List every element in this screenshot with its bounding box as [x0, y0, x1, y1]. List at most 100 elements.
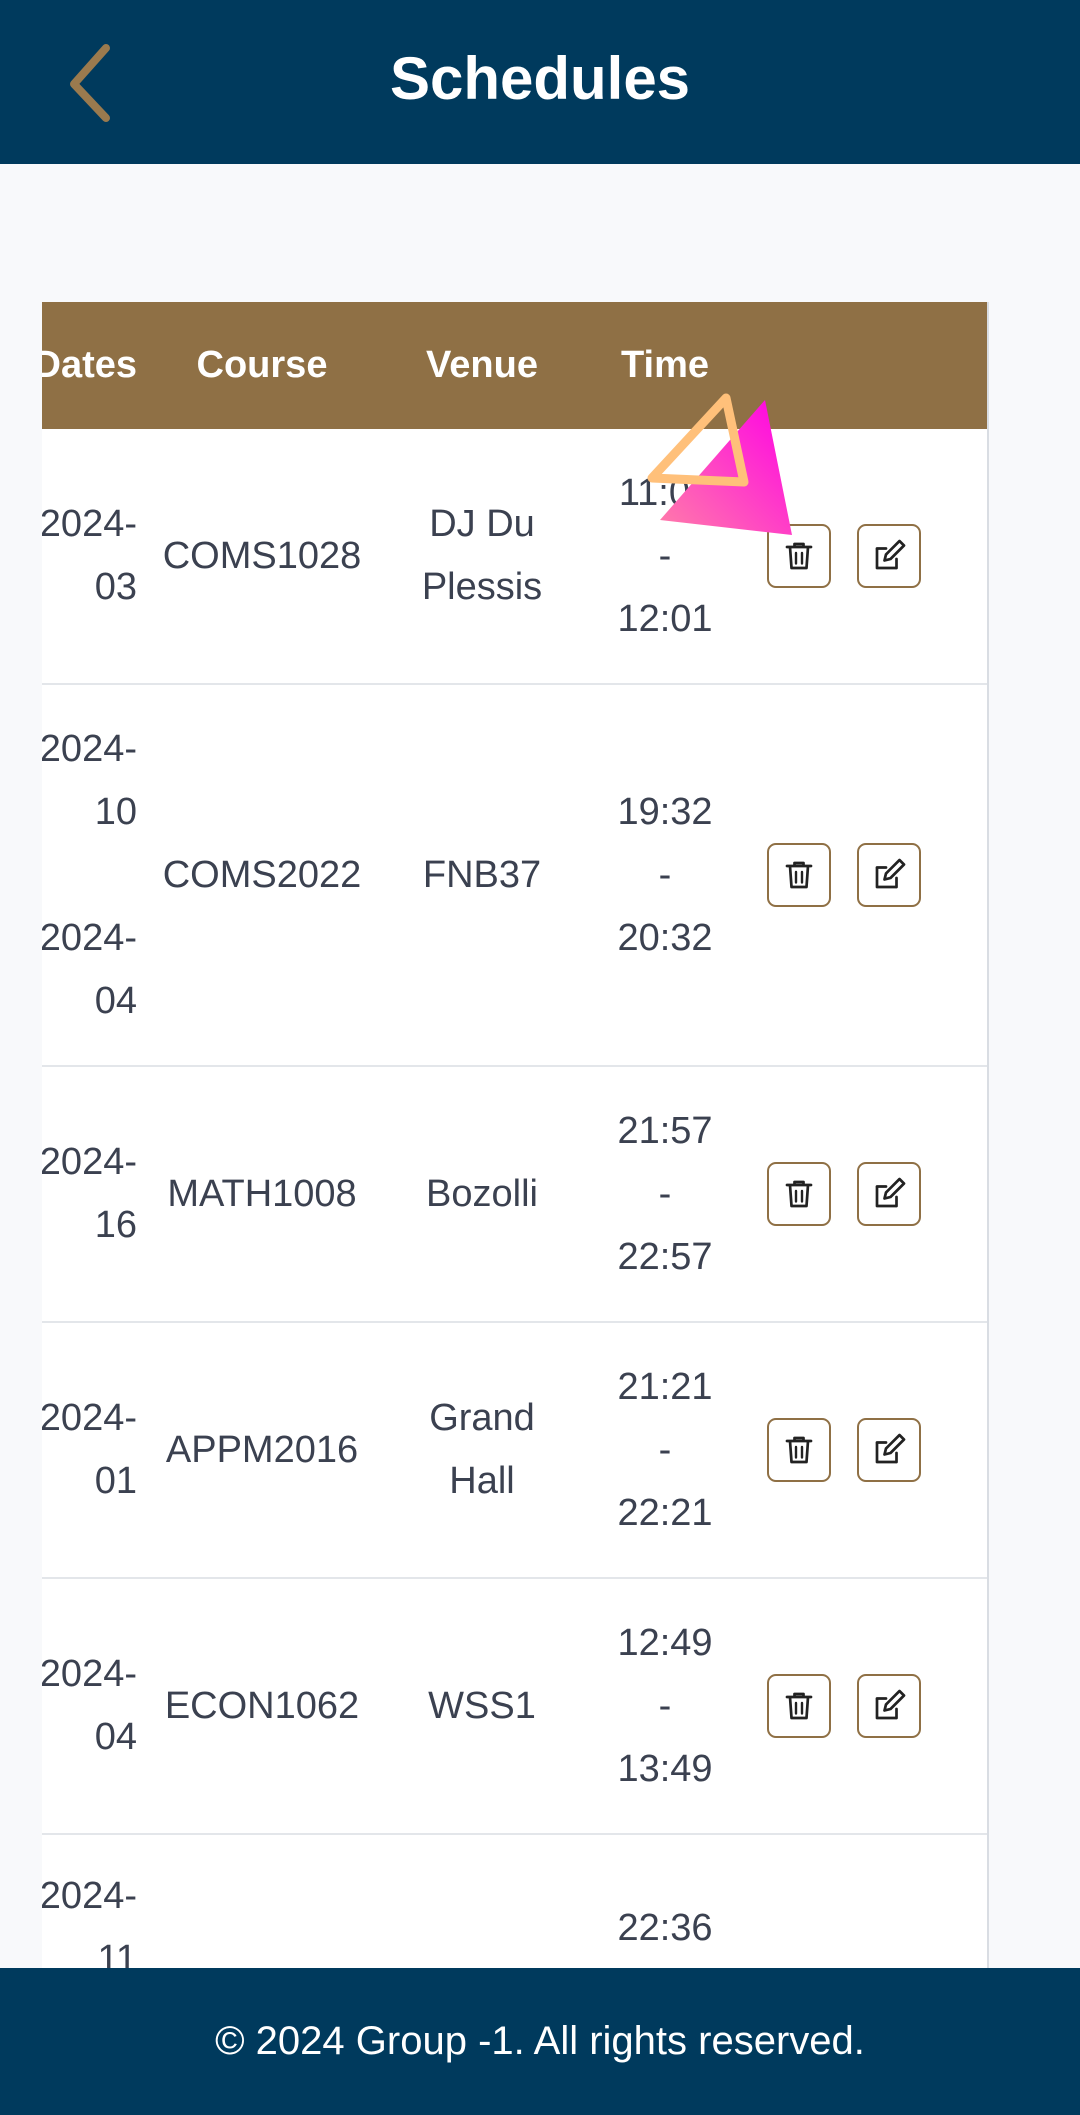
delete-button[interactable] — [767, 1418, 831, 1482]
footer: © 2024 Group -1. All rights reserved. — [0, 1968, 1080, 2115]
cell-time-line: 13:49 — [617, 1747, 713, 1790]
cell-venue — [392, 1835, 572, 1968]
cell-time: 21:57 - 22:57 — [575, 1067, 755, 1321]
edit-button[interactable] — [857, 843, 921, 907]
cell-dates-line: 04 — [94, 979, 137, 1022]
cell-time-line: 12:01 — [617, 597, 713, 640]
cell-time-line: 22:21 — [617, 1491, 713, 1534]
row-actions — [767, 429, 977, 683]
table-row: 2024- 03 COMS1028 DJ Du Plessis 11:01 - 12:01 — [42, 429, 987, 685]
table-header: Dates Course Venue Time — [42, 302, 987, 429]
row-actions — [767, 685, 977, 1065]
cell-dates-line: 2024- — [42, 1653, 137, 1695]
cell-course: ECON1062 — [164, 1684, 360, 1727]
edit-icon — [875, 1177, 906, 1208]
cell-dates-line: 16 — [94, 1204, 137, 1246]
cell-time-line: 22:57 — [617, 1235, 713, 1278]
cell-venue: Bozolli — [392, 1067, 572, 1321]
cell-time: 22:36 — [575, 1835, 755, 1968]
cell-time-line: 21:57 — [617, 1109, 713, 1152]
edit-button[interactable] — [857, 524, 921, 588]
cell-venue: FNB37 — [392, 685, 572, 1065]
cell-dates: 2024- 11 — [42, 1835, 137, 1968]
table-row: 2024- 16 MATH1008 Bozolli 21:57 - 22:57 — [42, 1067, 987, 1323]
row-actions — [767, 1323, 977, 1577]
cell-time: 12:49 - 13:49 — [575, 1579, 755, 1833]
cell-dates-line: 2024- — [42, 1875, 137, 1917]
edit-icon — [875, 1689, 906, 1720]
cell-venue: Grand Hall — [392, 1323, 572, 1577]
delete-button[interactable] — [767, 524, 831, 588]
cell-dates-line: 2024- — [42, 727, 137, 770]
cell-venue: DJ Du Plessis — [392, 429, 572, 683]
trash-icon — [785, 1436, 813, 1464]
cell-dates: 2024- 16 — [42, 1067, 137, 1321]
cell-time-line: 20:32 — [617, 916, 713, 959]
cell-venue-line: Plessis — [421, 566, 543, 608]
cell-time: 11:01 - 12:01 — [575, 429, 755, 683]
cell-dates: 2024- 10 2024- 04 — [42, 685, 137, 1065]
cell-venue-line: WSS1 — [428, 1684, 536, 1727]
cell-time: 19:32 - 20:32 — [575, 685, 755, 1065]
cell-dates: 2024- 03 — [42, 429, 137, 683]
cell-dates-line: 2024- — [42, 503, 137, 545]
trash-icon — [785, 542, 813, 570]
column-header-dates: Dates — [42, 344, 137, 386]
cell-venue-line: DJ Du — [429, 503, 535, 545]
table-body: 2024- 03 COMS1028 DJ Du Plessis 11:01-12:01 20… — [42, 429, 987, 1968]
cell-course — [142, 1835, 382, 1968]
edit-icon — [875, 539, 906, 570]
cell-time-line: 11:01 — [618, 471, 712, 514]
cell-time-line: - — [658, 1684, 672, 1727]
cell-time-line: - — [658, 1172, 672, 1215]
column-header-time: Time — [620, 344, 709, 386]
cell-dates-line: 2024- — [42, 1397, 137, 1439]
column-header-course: Course — [196, 344, 328, 386]
cell-venue: WSS1 — [392, 1579, 572, 1833]
cell-course: APPM2016 — [165, 1428, 359, 1471]
cell-time: 21:21 - 22:21 — [575, 1323, 755, 1577]
cell-time-line: 19:32 — [617, 790, 713, 833]
cell-dates-line: 2024- — [42, 1141, 137, 1183]
edit-button[interactable] — [857, 1418, 921, 1482]
cell-time-line: 22:36 — [617, 1907, 713, 1949]
cell-time-line: - — [658, 534, 672, 577]
cell-time-line: 21:21 — [617, 1365, 713, 1408]
cell-dates-line — [42, 844, 137, 907]
page-title: Schedules — [389, 45, 691, 112]
trash-icon — [785, 1692, 813, 1720]
edit-button[interactable] — [857, 1674, 921, 1738]
column-header-venue: Venue — [426, 344, 538, 386]
cell-time-line: - — [658, 1428, 672, 1471]
cell-dates: 2024- 04 — [42, 1579, 137, 1833]
delete-button[interactable] — [767, 1162, 831, 1226]
cell-course: COMS1028 — [162, 534, 362, 577]
cell-venue-line: Bozolli — [426, 1172, 538, 1215]
cell-dates-line: 03 — [94, 566, 137, 608]
cell-venue-line: Hall — [449, 1460, 515, 1502]
cell-time-line: - — [658, 853, 672, 896]
table-row: 2024- 11 22:36 — [42, 1835, 987, 1968]
cell-course: MATH1008 — [167, 1172, 357, 1215]
table-row: 2024- 01 APPM2016 Grand Hall 21:21 - 22:21 — [42, 1323, 987, 1579]
table-row: 2024- 04 ECON1062 WSS1 12:49 - 13:49 — [42, 1579, 987, 1835]
cell-dates-line: 04 — [94, 1716, 137, 1758]
schedule-table[interactable]: Dates Course Venue Time 2024- 03 COMS1028 D… — [42, 302, 989, 1968]
cell-dates-line: 01 — [94, 1460, 137, 1502]
cell-dates-line: 2024- — [42, 916, 137, 959]
cell-course: COMS2022 — [162, 853, 362, 896]
cell-venue-line: Grand — [429, 1397, 535, 1439]
delete-button[interactable] — [767, 843, 831, 907]
row-actions — [767, 1067, 977, 1321]
table-row: 2024- 10 2024- 04 COMS2022 FNB37 19:32 - 20:32 — [42, 685, 987, 1067]
edit-icon — [875, 858, 906, 889]
edit-button[interactable] — [857, 1162, 921, 1226]
delete-button[interactable] — [767, 1674, 831, 1738]
cell-venue-line: FNB37 — [422, 853, 542, 896]
cell-dates-line: 10 — [94, 790, 137, 833]
cell-dates-line: 11 — [97, 1938, 137, 1968]
app-header: Schedules — [0, 0, 1080, 164]
cell-dates: 2024- 01 — [42, 1323, 137, 1577]
row-actions — [767, 1579, 977, 1833]
trash-icon — [785, 861, 813, 889]
